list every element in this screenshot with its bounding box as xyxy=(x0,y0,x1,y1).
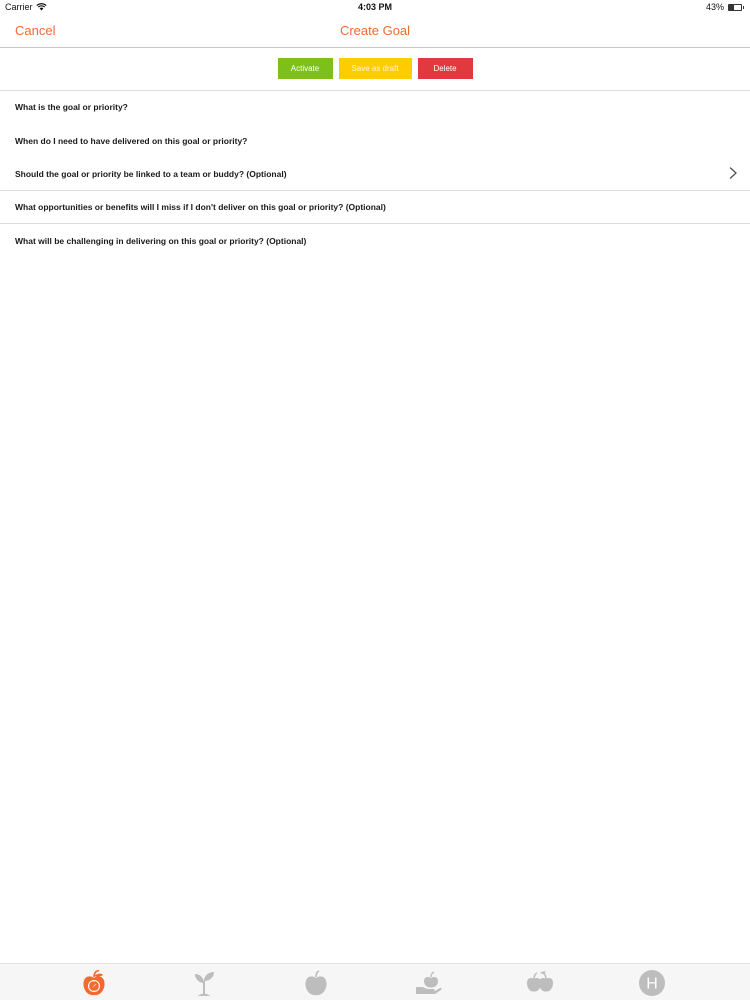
help-h-label: H xyxy=(646,976,658,993)
nav-bar: Cancel Create Goal xyxy=(0,14,750,48)
chevron-right-icon[interactable] xyxy=(726,166,740,180)
tab-share[interactable] xyxy=(525,968,555,998)
tab-growth[interactable] xyxy=(189,968,219,998)
tab-apple[interactable] xyxy=(301,968,331,998)
status-bar: Carrier 4:03 PM 43% xyxy=(0,0,750,14)
tab-help[interactable]: H xyxy=(637,968,667,998)
status-time: 4:03 PM xyxy=(357,2,392,12)
sprout-icon xyxy=(195,972,214,996)
page-title: Create Goal xyxy=(339,23,411,38)
activate-button[interactable]: Activate xyxy=(277,58,333,79)
divider xyxy=(0,223,750,224)
fruit-basket-icon xyxy=(527,971,553,992)
tab-give[interactable] xyxy=(413,968,443,998)
battery-fill xyxy=(729,4,735,10)
save-as-draft-button[interactable]: Save as draft xyxy=(338,58,412,79)
tab-bar: H xyxy=(0,963,750,1000)
delete-button[interactable]: Delete xyxy=(417,58,473,79)
help-h-icon: H xyxy=(639,970,665,996)
tab-goals[interactable] xyxy=(79,968,109,998)
apple-icon xyxy=(305,970,327,996)
question-goal[interactable]: What is the goal or priority? xyxy=(15,102,128,112)
apple-compass-icon xyxy=(83,969,105,996)
question-challenges[interactable]: What will be challenging in delivering o… xyxy=(15,236,306,246)
divider xyxy=(0,90,750,91)
question-opportunities[interactable]: What opportunities or benefits will I mi… xyxy=(15,202,386,212)
question-delivery-date[interactable]: When do I need to have delivered on this… xyxy=(15,136,247,146)
battery-percent: 43% xyxy=(705,2,724,12)
action-buttons: Activate Save as draft Delete xyxy=(0,58,750,79)
hand-apple-icon xyxy=(416,971,442,994)
battery-icon xyxy=(728,3,744,11)
question-team-link[interactable]: Should the goal or priority be linked to… xyxy=(15,169,287,179)
divider xyxy=(0,190,750,191)
status-right: 43% xyxy=(705,2,744,12)
